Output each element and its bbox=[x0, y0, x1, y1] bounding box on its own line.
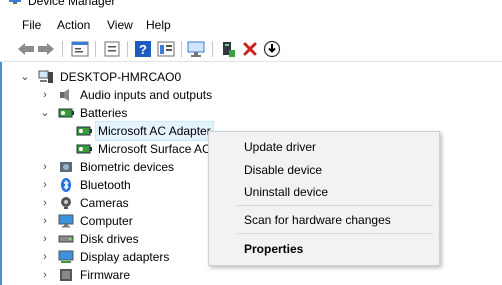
svg-text:?: ? bbox=[139, 42, 147, 57]
context-menu: Update driver Disable device Uninstall d… bbox=[208, 131, 440, 266]
chevron-right-icon[interactable]: › bbox=[40, 158, 50, 176]
uninstall-device-menu-item[interactable]: Uninstall device bbox=[244, 185, 328, 199]
tree-item-label: Bluetooth bbox=[80, 178, 131, 192]
menu-help[interactable]: Help bbox=[146, 18, 171, 32]
menu-file[interactable]: File bbox=[22, 18, 41, 32]
tree-root[interactable]: ⌄ DESKTOP-HMRCAO0 bbox=[20, 68, 320, 86]
properties-menu-item[interactable]: Properties bbox=[244, 242, 303, 256]
tree-item-batteries[interactable]: ⌄ Batteries bbox=[40, 104, 340, 122]
menu-action[interactable]: Action bbox=[57, 18, 90, 32]
battery-icon bbox=[58, 108, 74, 118]
menu-bar: File Action View Help bbox=[0, 15, 502, 37]
tree-root-label: DESKTOP-HMRCAO0 bbox=[60, 70, 182, 84]
chevron-right-icon[interactable]: › bbox=[40, 194, 50, 212]
title-bar: Device Manager bbox=[0, 0, 502, 9]
toolbar-separator bbox=[62, 41, 63, 57]
chevron-right-icon[interactable]: › bbox=[40, 266, 50, 284]
toolbar-separator bbox=[181, 41, 182, 57]
camera-icon bbox=[61, 197, 71, 209]
update-driver-menu-item[interactable]: Update driver bbox=[244, 140, 316, 154]
toolbar-separator bbox=[212, 41, 213, 57]
tree-item-label: Biometric devices bbox=[80, 160, 175, 174]
chevron-right-icon[interactable]: › bbox=[40, 86, 50, 104]
tree-item-label: Cameras bbox=[80, 196, 129, 210]
help-icon[interactable]: ? bbox=[133, 39, 153, 59]
firmware-icon bbox=[60, 269, 72, 281]
chevron-right-icon[interactable]: › bbox=[40, 176, 50, 194]
window-title: Device Manager bbox=[28, 0, 116, 8]
tree-item-audio[interactable]: › Audio inputs and outputs bbox=[40, 86, 340, 104]
tree-item-label: Firmware bbox=[80, 268, 130, 282]
speaker-icon bbox=[60, 89, 69, 101]
forward-icon[interactable] bbox=[36, 39, 56, 59]
battery-icon bbox=[76, 126, 92, 136]
tree-item-label: Disk drives bbox=[80, 232, 139, 246]
back-icon[interactable] bbox=[16, 39, 36, 59]
bluetooth-icon bbox=[61, 178, 71, 192]
biometric-icon bbox=[60, 162, 72, 172]
chevron-right-icon[interactable]: › bbox=[40, 230, 50, 248]
properties-icon[interactable] bbox=[70, 39, 90, 59]
chevron-down-icon[interactable]: ⌄ bbox=[20, 68, 30, 86]
disable-device-menu-item[interactable]: Disable device bbox=[244, 163, 322, 177]
menu-view[interactable]: View bbox=[107, 18, 133, 32]
download-icon[interactable] bbox=[262, 39, 282, 59]
chevron-right-icon[interactable]: › bbox=[40, 248, 50, 266]
install-driver-icon[interactable] bbox=[218, 39, 238, 59]
uninstall-icon[interactable] bbox=[240, 39, 260, 59]
monitor-icon bbox=[58, 214, 74, 228]
tree-item-firmware[interactable]: › Firmware bbox=[40, 266, 340, 284]
toolbar-separator bbox=[127, 41, 128, 57]
update-icon[interactable] bbox=[102, 39, 122, 59]
tree-item-label: Audio inputs and outputs bbox=[80, 88, 213, 102]
disk-drive-icon bbox=[58, 235, 74, 243]
scan-monitor-icon[interactable] bbox=[187, 39, 207, 59]
display-adapter-icon bbox=[58, 250, 74, 263]
menu-separator bbox=[237, 233, 433, 234]
chevron-right-icon[interactable]: › bbox=[40, 212, 50, 230]
toolbar-separator bbox=[95, 41, 96, 57]
chevron-down-icon[interactable]: ⌄ bbox=[40, 104, 50, 122]
toolbar: ? bbox=[0, 37, 502, 62]
tree-item-label: Microsoft Surface ACP bbox=[98, 142, 219, 156]
view-icon[interactable] bbox=[156, 39, 176, 59]
computer-icon bbox=[38, 70, 53, 83]
battery-icon bbox=[76, 144, 92, 154]
tree-item-label: Microsoft AC Adapter bbox=[95, 121, 214, 141]
device-manager-icon bbox=[9, 0, 21, 4]
scan-hardware-menu-item[interactable]: Scan for hardware changes bbox=[244, 213, 391, 227]
tree-item-label: Computer bbox=[80, 214, 133, 228]
tree-item-label: Batteries bbox=[80, 106, 128, 120]
menu-separator bbox=[237, 205, 433, 206]
tree-item-label: Display adapters bbox=[80, 250, 170, 264]
